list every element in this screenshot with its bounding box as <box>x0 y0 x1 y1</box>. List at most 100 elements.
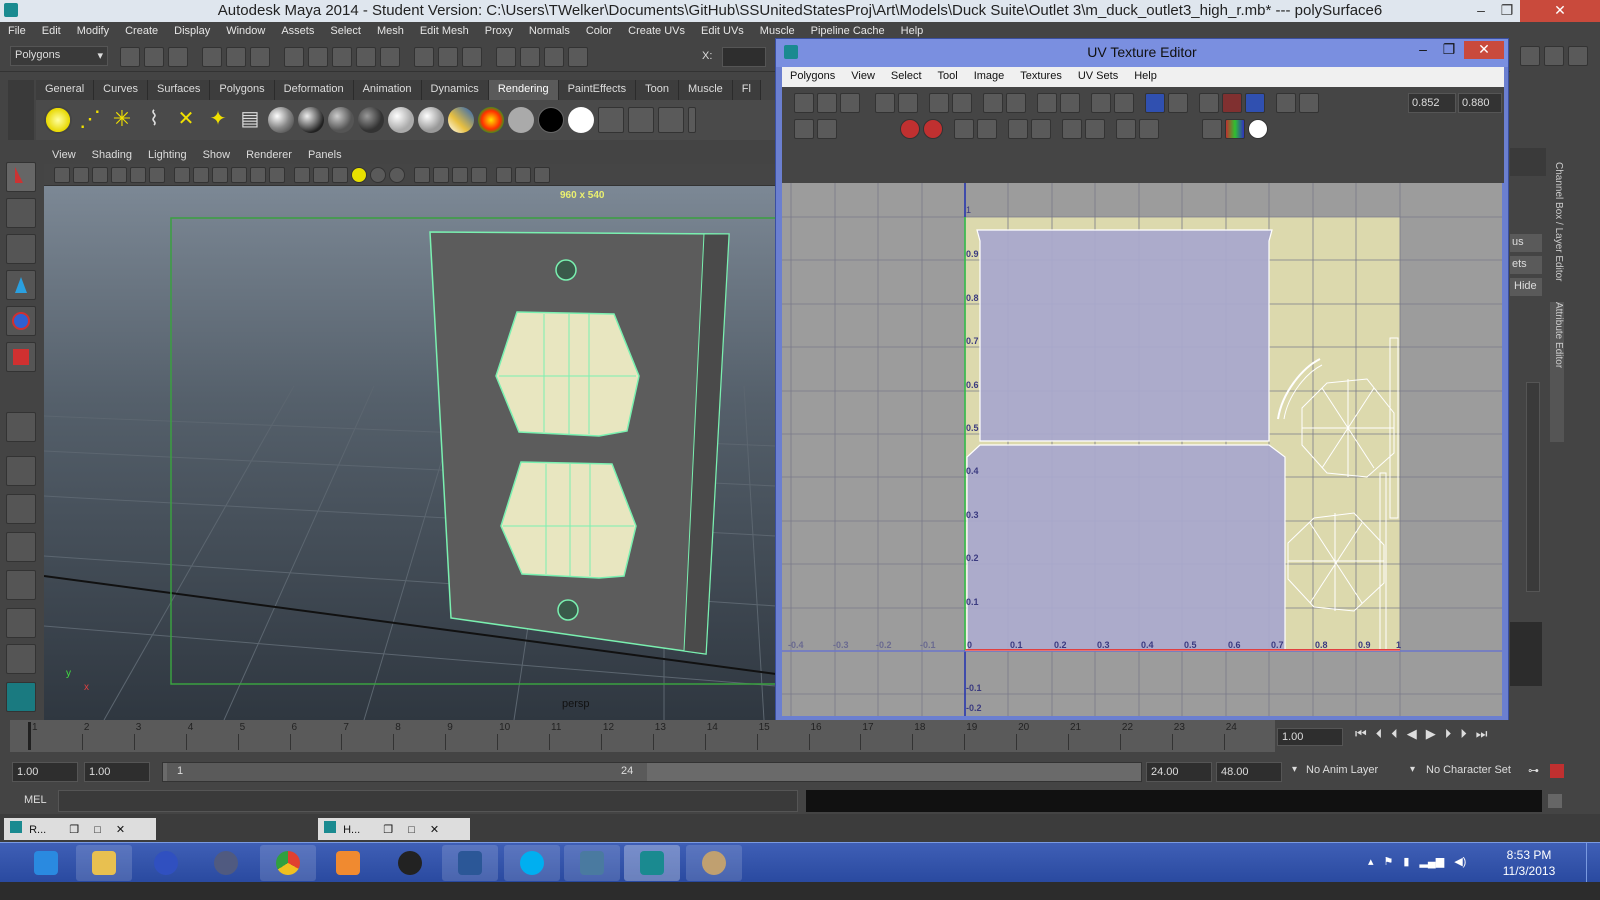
uv-menu-textures[interactable]: Textures <box>1012 67 1070 87</box>
action-center-flag-icon[interactable]: ⚑ <box>1384 855 1394 868</box>
uv-normalize-icon[interactable] <box>1008 119 1028 139</box>
channel-box-icon[interactable] <box>1544 46 1564 66</box>
scale-tool-icon[interactable] <box>6 342 36 372</box>
current-time-indicator[interactable] <box>28 722 31 750</box>
uv-sew-icon[interactable] <box>1006 93 1026 113</box>
uv-checker-icon[interactable] <box>1248 119 1268 139</box>
uv-pixel-snap-icon[interactable] <box>1222 93 1242 113</box>
layout-hypershade-icon[interactable] <box>6 608 36 638</box>
menu-file[interactable]: File <box>0 22 34 42</box>
x-input[interactable] <box>722 47 766 67</box>
shelf-tab-fl[interactable]: Fl <box>732 80 761 100</box>
gate-mask-icon[interactable] <box>193 167 209 183</box>
grid-icon[interactable] <box>130 167 146 183</box>
uv-menu-tool[interactable]: Tool <box>930 67 966 87</box>
uv-shell-lower[interactable] <box>966 444 1286 651</box>
depth-of-field-icon[interactable] <box>452 167 468 183</box>
render-icon[interactable] <box>598 107 624 133</box>
uv-dim-image-icon[interactable] <box>1168 93 1188 113</box>
menu-proxy[interactable]: Proxy <box>477 22 521 42</box>
live-surface-icon[interactable] <box>380 47 400 67</box>
area-light-icon[interactable]: ✕ <box>172 106 200 134</box>
phongE-shader-icon[interactable] <box>358 107 384 133</box>
volume-icon[interactable]: ◀) <box>1454 855 1466 868</box>
current-frame-field[interactable]: 1.00 <box>1277 728 1343 746</box>
maya-home-icon[interactable] <box>6 682 36 712</box>
uv-straighten-icon[interactable] <box>954 119 974 139</box>
uv-menu-help[interactable]: Help <box>1126 67 1165 87</box>
show-desktop-button[interactable] <box>1586 843 1600 883</box>
snap-curve-icon[interactable] <box>308 47 328 67</box>
step-back-frame-icon[interactable]: ⏴ <box>1391 726 1398 742</box>
layout-four-icon[interactable] <box>6 494 36 524</box>
xray-icon[interactable] <box>471 167 487 183</box>
play-forward-icon[interactable]: ▶ <box>1426 726 1436 742</box>
move-tool-icon[interactable] <box>6 270 36 300</box>
shelf-tab-painteffects[interactable]: PaintEffects <box>558 80 637 100</box>
minimized-window-2[interactable]: H... ❐ □ ✕ <box>318 818 470 840</box>
uv-editor-title-bar[interactable]: UV Texture Editor – ❐ ✕ <box>776 39 1508 67</box>
shelf-tab-curves[interactable]: Curves <box>94 80 148 100</box>
browser-globe-icon[interactable] <box>198 845 254 881</box>
lasso-tool-icon[interactable] <box>6 198 36 228</box>
wireframe-icon[interactable] <box>269 167 285 183</box>
uv-channel-icon[interactable] <box>1276 93 1296 113</box>
snap-grid-icon[interactable] <box>284 47 304 67</box>
camera-select-icon[interactable] <box>54 167 70 183</box>
help-icon[interactable] <box>138 845 194 881</box>
restore-icon[interactable]: ❐ <box>69 824 79 836</box>
render-frame-icon[interactable] <box>496 47 516 67</box>
env-shader-icon[interactable] <box>568 107 594 133</box>
power-icon[interactable]: ▮ <box>1403 855 1409 868</box>
uv-menu-uv-sets[interactable]: UV Sets <box>1070 67 1126 87</box>
menu-modify[interactable]: Modify <box>69 22 117 42</box>
step-back-key-icon[interactable]: ⏴ <box>1376 726 1383 742</box>
uv-menu-polygons[interactable]: Polygons <box>782 67 843 87</box>
render-view-icon[interactable] <box>462 47 482 67</box>
layout-graph-icon[interactable] <box>6 570 36 600</box>
uv-snapshot-icon[interactable] <box>977 119 997 139</box>
start-time-field[interactable]: 1.00 <box>12 762 78 782</box>
github-icon[interactable] <box>564 845 620 881</box>
ipr-render-icon[interactable] <box>520 47 540 67</box>
paint-icon[interactable] <box>686 845 742 881</box>
layered-shader-icon[interactable] <box>418 107 444 133</box>
uv-u-field[interactable]: 0.852 <box>1408 93 1456 113</box>
uv-menu-select[interactable]: Select <box>883 67 930 87</box>
menu-assets[interactable]: Assets <box>273 22 322 42</box>
uv-close-button[interactable]: ✕ <box>1464 41 1504 59</box>
render-settings-icon[interactable] <box>544 47 564 67</box>
image-plane-icon[interactable] <box>111 167 127 183</box>
vp-menu-shading[interactable]: Shading <box>84 146 140 164</box>
uv-menu-image[interactable]: Image <box>966 67 1013 87</box>
uv-relax-icon[interactable] <box>923 119 943 139</box>
go-to-start-icon[interactable]: ⏮ <box>1355 726 1367 742</box>
play-backward-icon[interactable]: ◀ <box>1407 726 1417 742</box>
ocean-shader-icon[interactable] <box>478 107 504 133</box>
uv-align-u-icon[interactable] <box>1037 93 1057 113</box>
uv-flip-v-icon[interactable] <box>898 93 918 113</box>
uv-color-icon[interactable] <box>1225 119 1245 139</box>
right-label-us[interactable]: us <box>1510 234 1542 252</box>
script-editor-icon[interactable] <box>1548 794 1562 808</box>
blinn-shader-icon[interactable] <box>298 107 324 133</box>
bookmark-icon[interactable] <box>92 167 108 183</box>
vp-menu-panels[interactable]: Panels <box>300 146 350 164</box>
ramp-shader-icon[interactable] <box>448 107 474 133</box>
volume-light-icon[interactable]: ✦ <box>204 106 232 134</box>
uv-image-display-icon[interactable] <box>1145 93 1165 113</box>
uv-shell-upper[interactable] <box>976 229 1273 442</box>
menu-mesh[interactable]: Mesh <box>369 22 412 42</box>
menu-create-uvs[interactable]: Create UVs <box>620 22 693 42</box>
uv-flip-u-icon[interactable] <box>875 93 895 113</box>
isolate-select-icon[interactable] <box>496 167 512 183</box>
range-slider-thumb[interactable] <box>167 763 647 781</box>
menu-color[interactable]: Color <box>578 22 620 42</box>
word-icon[interactable] <box>442 845 498 881</box>
uv-lattice-icon[interactable] <box>817 93 837 113</box>
step-forward-key-icon[interactable]: ⏵ <box>1460 726 1467 742</box>
playback-start-field[interactable]: 1.00 <box>84 762 150 782</box>
vp-menu-lighting[interactable]: Lighting <box>140 146 195 164</box>
select-hierarchy-icon[interactable] <box>202 47 222 67</box>
antialias-icon[interactable] <box>433 167 449 183</box>
